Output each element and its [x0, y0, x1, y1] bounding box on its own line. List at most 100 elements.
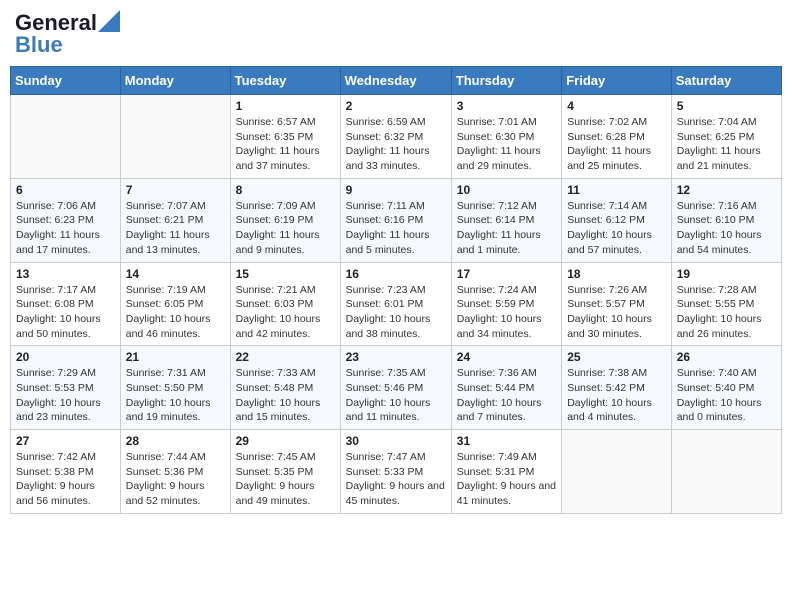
- calendar-cell: [11, 95, 121, 179]
- day-number: 14: [126, 267, 225, 281]
- day-number: 6: [16, 183, 115, 197]
- calendar-week-row: 1 Sunrise: 6:57 AM Sunset: 6:35 PM Daylig…: [11, 95, 782, 179]
- logo: General Blue: [15, 10, 120, 58]
- day-number: 16: [346, 267, 446, 281]
- day-info: Sunrise: 7:09 AM Sunset: 6:19 PM Dayligh…: [236, 199, 335, 258]
- logo-blue-text: Blue: [15, 32, 63, 58]
- day-number: 22: [236, 350, 335, 364]
- calendar-cell: 15 Sunrise: 7:21 AM Sunset: 6:03 PM Dayli…: [230, 262, 340, 346]
- calendar-cell: 19 Sunrise: 7:28 AM Sunset: 5:55 PM Dayli…: [671, 262, 781, 346]
- calendar-week-row: 13Sunrise: 7:17 AM Sunset: 6:08 PM Dayli…: [11, 262, 782, 346]
- day-header-tuesday: Tuesday: [230, 67, 340, 95]
- day-number: 29: [236, 434, 335, 448]
- day-info: Sunrise: 7:21 AM Sunset: 6:03 PM Dayligh…: [236, 283, 335, 342]
- calendar-cell: 14 Sunrise: 7:19 AM Sunset: 6:05 PM Dayli…: [120, 262, 230, 346]
- day-number: 15: [236, 267, 335, 281]
- day-number: 5: [677, 99, 776, 113]
- day-number: 30: [346, 434, 446, 448]
- day-header-wednesday: Wednesday: [340, 67, 451, 95]
- calendar-cell: 22Sunrise: 7:33 AM Sunset: 5:48 PM Dayli…: [230, 346, 340, 430]
- calendar-cell: 25Sunrise: 7:38 AM Sunset: 5:42 PM Dayli…: [562, 346, 672, 430]
- day-number: 20: [16, 350, 115, 364]
- day-info: Sunrise: 7:44 AM Sunset: 5:36 PM Dayligh…: [126, 450, 225, 509]
- day-info: Sunrise: 7:01 AM Sunset: 6:30 PM Dayligh…: [457, 115, 556, 174]
- calendar-cell: 18 Sunrise: 7:26 AM Sunset: 5:57 PM Dayli…: [562, 262, 672, 346]
- calendar-cell: 27Sunrise: 7:42 AM Sunset: 5:38 PM Dayli…: [11, 430, 121, 514]
- calendar-cell: 11 Sunrise: 7:14 AM Sunset: 6:12 PM Dayli…: [562, 178, 672, 262]
- day-number: 21: [126, 350, 225, 364]
- day-number: 12: [677, 183, 776, 197]
- calendar-cell: 1 Sunrise: 6:57 AM Sunset: 6:35 PM Daylig…: [230, 95, 340, 179]
- calendar-cell: 28 Sunrise: 7:44 AM Sunset: 5:36 PM Dayli…: [120, 430, 230, 514]
- calendar-cell: 13Sunrise: 7:17 AM Sunset: 6:08 PM Dayli…: [11, 262, 121, 346]
- calendar-cell: 3Sunrise: 7:01 AM Sunset: 6:30 PM Daylig…: [451, 95, 561, 179]
- calendar-cell: 7 Sunrise: 7:07 AM Sunset: 6:21 PM Daylig…: [120, 178, 230, 262]
- calendar-week-row: 20 Sunrise: 7:29 AM Sunset: 5:53 PM Dayli…: [11, 346, 782, 430]
- day-info: Sunrise: 6:57 AM Sunset: 6:35 PM Dayligh…: [236, 115, 335, 174]
- day-number: 23: [346, 350, 446, 364]
- calendar-cell: 20 Sunrise: 7:29 AM Sunset: 5:53 PM Dayli…: [11, 346, 121, 430]
- day-number: 2: [346, 99, 446, 113]
- page-header: General Blue: [10, 10, 782, 58]
- day-number: 11: [567, 183, 666, 197]
- day-number: 19: [677, 267, 776, 281]
- day-header-sunday: Sunday: [11, 67, 121, 95]
- calendar-cell: 17Sunrise: 7:24 AM Sunset: 5:59 PM Dayli…: [451, 262, 561, 346]
- calendar-cell: 26Sunrise: 7:40 AM Sunset: 5:40 PM Dayli…: [671, 346, 781, 430]
- day-info: Sunrise: 7:49 AM Sunset: 5:31 PM Dayligh…: [457, 450, 556, 509]
- day-number: 1: [236, 99, 335, 113]
- day-number: 18: [567, 267, 666, 281]
- day-info: Sunrise: 7:12 AM Sunset: 6:14 PM Dayligh…: [457, 199, 556, 258]
- day-header-thursday: Thursday: [451, 67, 561, 95]
- calendar-cell: 30 Sunrise: 7:47 AM Sunset: 5:33 PM Dayli…: [340, 430, 451, 514]
- day-info: Sunrise: 7:02 AM Sunset: 6:28 PM Dayligh…: [567, 115, 666, 174]
- day-info: Sunrise: 7:04 AM Sunset: 6:25 PM Dayligh…: [677, 115, 776, 174]
- day-info: Sunrise: 7:35 AM Sunset: 5:46 PM Dayligh…: [346, 366, 446, 425]
- day-info: Sunrise: 7:40 AM Sunset: 5:40 PM Dayligh…: [677, 366, 776, 425]
- day-info: Sunrise: 7:47 AM Sunset: 5:33 PM Dayligh…: [346, 450, 446, 509]
- calendar-cell: 24 Sunrise: 7:36 AM Sunset: 5:44 PM Dayli…: [451, 346, 561, 430]
- day-header-friday: Friday: [562, 67, 672, 95]
- day-number: 13: [16, 267, 115, 281]
- day-number: 10: [457, 183, 556, 197]
- calendar-cell: [120, 95, 230, 179]
- calendar-table: SundayMondayTuesdayWednesdayThursdayFrid…: [10, 66, 782, 514]
- day-number: 8: [236, 183, 335, 197]
- day-info: Sunrise: 7:23 AM Sunset: 6:01 PM Dayligh…: [346, 283, 446, 342]
- calendar-week-row: 6 Sunrise: 7:06 AM Sunset: 6:23 PM Daylig…: [11, 178, 782, 262]
- day-number: 24: [457, 350, 556, 364]
- calendar-cell: 12 Sunrise: 7:16 AM Sunset: 6:10 PM Dayli…: [671, 178, 781, 262]
- day-info: Sunrise: 7:42 AM Sunset: 5:38 PM Dayligh…: [16, 450, 115, 509]
- day-info: Sunrise: 7:36 AM Sunset: 5:44 PM Dayligh…: [457, 366, 556, 425]
- day-info: Sunrise: 7:26 AM Sunset: 5:57 PM Dayligh…: [567, 283, 666, 342]
- calendar-cell: 16 Sunrise: 7:23 AM Sunset: 6:01 PM Dayli…: [340, 262, 451, 346]
- day-info: Sunrise: 7:14 AM Sunset: 6:12 PM Dayligh…: [567, 199, 666, 258]
- day-number: 25: [567, 350, 666, 364]
- calendar-cell: 23 Sunrise: 7:35 AM Sunset: 5:46 PM Dayli…: [340, 346, 451, 430]
- calendar-cell: [671, 430, 781, 514]
- day-number: 7: [126, 183, 225, 197]
- calendar-cell: 9Sunrise: 7:11 AM Sunset: 6:16 PM Daylig…: [340, 178, 451, 262]
- day-info: Sunrise: 7:06 AM Sunset: 6:23 PM Dayligh…: [16, 199, 115, 258]
- calendar-cell: 29 Sunrise: 7:45 AM Sunset: 5:35 PM Dayli…: [230, 430, 340, 514]
- calendar-cell: [562, 430, 672, 514]
- day-number: 31: [457, 434, 556, 448]
- day-number: 28: [126, 434, 225, 448]
- day-info: Sunrise: 7:28 AM Sunset: 5:55 PM Dayligh…: [677, 283, 776, 342]
- calendar-cell: 31 Sunrise: 7:49 AM Sunset: 5:31 PM Dayli…: [451, 430, 561, 514]
- calendar-cell: 6 Sunrise: 7:06 AM Sunset: 6:23 PM Daylig…: [11, 178, 121, 262]
- day-header-saturday: Saturday: [671, 67, 781, 95]
- calendar-cell: 4 Sunrise: 7:02 AM Sunset: 6:28 PM Daylig…: [562, 95, 672, 179]
- day-header-monday: Monday: [120, 67, 230, 95]
- day-info: Sunrise: 7:19 AM Sunset: 6:05 PM Dayligh…: [126, 283, 225, 342]
- logo-triangle-icon: [98, 10, 120, 32]
- day-info: Sunrise: 7:16 AM Sunset: 6:10 PM Dayligh…: [677, 199, 776, 258]
- day-number: 4: [567, 99, 666, 113]
- day-info: Sunrise: 7:45 AM Sunset: 5:35 PM Dayligh…: [236, 450, 335, 509]
- calendar-cell: 5 Sunrise: 7:04 AM Sunset: 6:25 PM Daylig…: [671, 95, 781, 179]
- day-info: Sunrise: 7:31 AM Sunset: 5:50 PM Dayligh…: [126, 366, 225, 425]
- day-info: Sunrise: 7:29 AM Sunset: 5:53 PM Dayligh…: [16, 366, 115, 425]
- day-info: Sunrise: 7:07 AM Sunset: 6:21 PM Dayligh…: [126, 199, 225, 258]
- calendar-cell: 8 Sunrise: 7:09 AM Sunset: 6:19 PM Daylig…: [230, 178, 340, 262]
- day-number: 17: [457, 267, 556, 281]
